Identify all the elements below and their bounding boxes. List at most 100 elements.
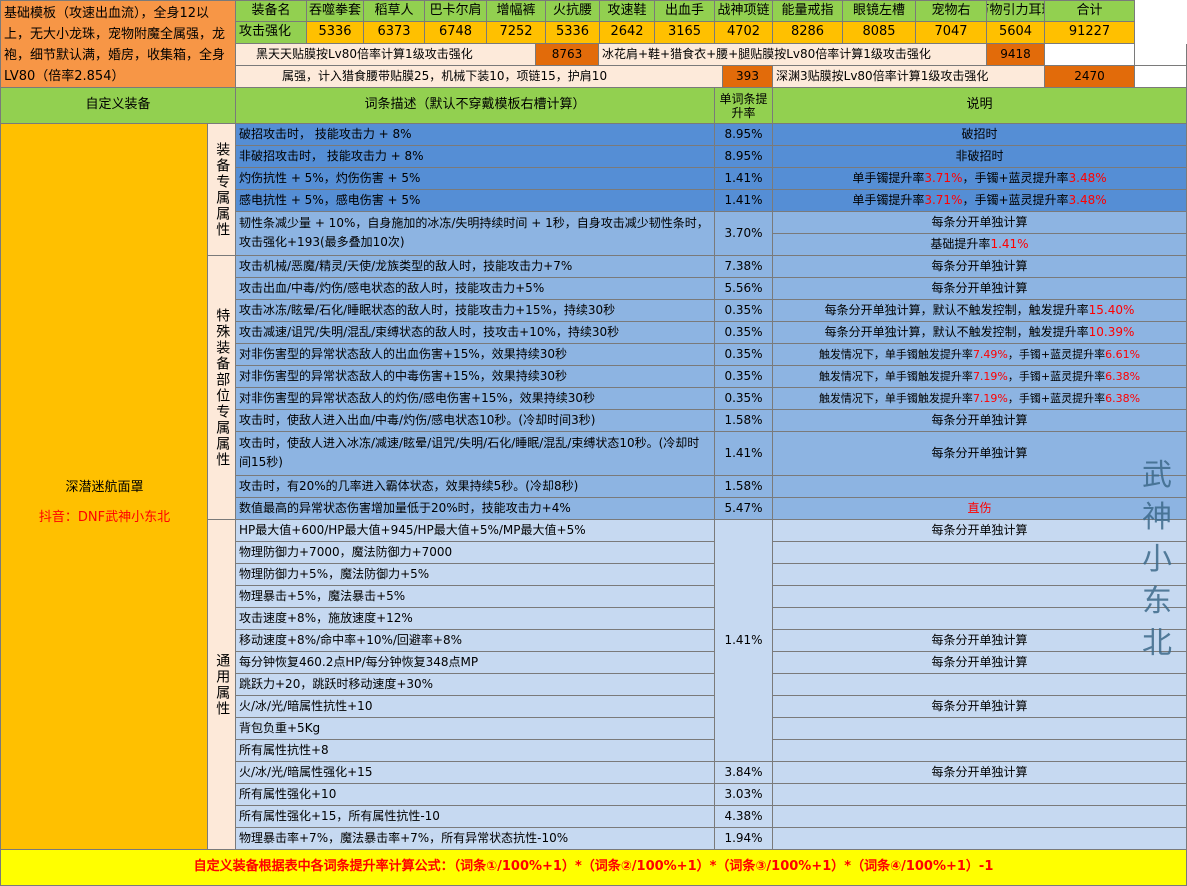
row-desc: 火/冰/光/暗属性强化+15 xyxy=(236,762,715,784)
formula-banner: 自定义装备根据表中各词条提升率计算公式：（词条①/100%+1）*（词条②/10… xyxy=(0,850,1187,886)
row-desc: 物理防御力+5%，魔法防御力+5% xyxy=(236,564,715,586)
equip-name-cell: 攻速鞋 xyxy=(600,0,655,22)
film3-label: 深渊3贴膜按Lv80倍率计算1级攻击强化 xyxy=(773,66,1045,88)
row-note: 每条分开单独计算 xyxy=(773,256,1187,278)
equip-value-cell: 2642 xyxy=(600,22,655,44)
row-rate: 1.94% xyxy=(715,828,773,850)
row-desc: 所有属性抗性+8 xyxy=(236,740,715,762)
row-rate: 5.47% xyxy=(715,498,773,520)
group-label-general: 通用属性 xyxy=(208,520,236,850)
row-note: 每条分开单独计算 xyxy=(773,630,1187,652)
row-note xyxy=(773,674,1187,696)
row-desc: 背包负重+5Kg xyxy=(236,718,715,740)
equip-value-cell: 8085 xyxy=(843,22,916,44)
row-note: 每条分开单独计算 xyxy=(773,762,1187,784)
equip-name-cell: 宠物右 xyxy=(916,0,987,22)
row-desc: 移动速度+8%/命中率+10%/回避率+8% xyxy=(236,630,715,652)
row-desc: 攻击速度+8%，施放速度+12% xyxy=(236,608,715,630)
row-note: 每条分开单独计算 xyxy=(773,278,1187,300)
row-rate: 1.58% xyxy=(715,476,773,498)
misc-value: 393 xyxy=(723,66,773,88)
row-desc: 灼伤抗性 + 5%，灼伤伤害 + 5% xyxy=(236,168,715,190)
row-note: 基础提升率 1.41% xyxy=(773,234,1187,256)
row-note: 直伤 xyxy=(773,498,1187,520)
equip-value-cell: 8286 xyxy=(773,22,843,44)
equip-name-cell: 能量戒指 xyxy=(773,0,843,22)
equip-value-cell: 3165 xyxy=(655,22,715,44)
row-note: 破招时 xyxy=(773,124,1187,146)
row-desc: 非破招攻击时， 技能攻击力 + 8% xyxy=(236,146,715,168)
row-rate: 1.41% xyxy=(715,168,773,190)
row-desc: 火/冰/光/暗属性抗性+10 xyxy=(236,696,715,718)
row-note xyxy=(773,784,1187,806)
empty-cell xyxy=(1045,44,1135,66)
row-desc: 攻击时，有20%的几率进入霸体状态，效果持续5秒。(冷却8秒) xyxy=(236,476,715,498)
row-note xyxy=(773,542,1187,564)
group-label-special: 特殊装备部位专属属性 xyxy=(208,256,236,520)
row-desc: 每分钟恢复460.2点HP/每分钟恢复348点MP xyxy=(236,652,715,674)
row-desc: 对非伤害型的异常状态敌人的灼伤/感电伤害+15%，效果持续30秒 xyxy=(236,388,715,410)
row-note: 每条分开单独计算 xyxy=(773,212,1187,234)
row-desc: 韧性条减少量 + 10%，自身施加的冰冻/失明持续时间 + 1秒，自身攻击减少韧… xyxy=(236,212,715,256)
empty-cell xyxy=(1135,44,1187,66)
equip-value-cell: 5336 xyxy=(307,22,364,44)
row-desc: 跳跃力+20，跳跃时移动速度+30% xyxy=(236,674,715,696)
row-note: 触发情况下，单手镯触发提升率 7.49% ，手镯+蓝灵提升率 6.61% xyxy=(773,344,1187,366)
row-rate: 3.70% xyxy=(715,212,773,256)
row-rate: 4.38% xyxy=(715,806,773,828)
row-rate: 8.95% xyxy=(715,146,773,168)
row-desc: 物理暴击+5%，魔法暴击+5% xyxy=(236,586,715,608)
row-note xyxy=(773,828,1187,850)
row-note: 每条分开单独计算 xyxy=(773,432,1187,476)
item-name: 深潜迷航面罩 xyxy=(65,480,144,495)
row-note: 单手镯提升率 3.71% ，手镯+蓝灵提升率 3.48% xyxy=(773,168,1187,190)
equip-value-cell: 4702 xyxy=(715,22,773,44)
item-cell: 深潜迷航面罩 抖音：DNF武神小东北 xyxy=(0,124,208,850)
equip-name-cell: 出血手 xyxy=(655,0,715,22)
row-note xyxy=(773,564,1187,586)
row-desc: 对非伤害型的异常状态敌人的中毒伤害+15%，效果持续30秒 xyxy=(236,366,715,388)
misc-label: 属强，计入猎食腰带贴膜25，机械下装10，项链15，护肩10 xyxy=(236,66,723,88)
row-desc: 攻击时，使敌人进入冰冻/减速/眩晕/诅咒/失明/石化/睡眠/混乱/束缚状态10秒… xyxy=(236,432,715,476)
row-note: 每条分开单独计算 xyxy=(773,652,1187,674)
equip-value-cell: 7047 xyxy=(916,22,987,44)
row-note: 每条分开单独计算，默认不触发控制，触发提升率 10.39% xyxy=(773,322,1187,344)
empty-cell xyxy=(1135,66,1187,88)
row-note: 触发情况下，单手镯触发提升率 7.19% ，手镯+蓝灵提升率 6.38% xyxy=(773,366,1187,388)
row-note: 每条分开单独计算 xyxy=(773,520,1187,542)
row-desc: 对非伤害型的异常状态敌人的出血伤害+15%，效果持续30秒 xyxy=(236,344,715,366)
equip-value-cell: 91227 xyxy=(1045,22,1135,44)
row-rate: 3.84% xyxy=(715,762,773,784)
equip-value-cell: 6748 xyxy=(425,22,487,44)
row-desc: HP最大值+600/HP最大值+945/HP最大值+5%/MP最大值+5% xyxy=(236,520,715,542)
film2-label: 冰花肩+鞋+猎食衣+腰+腿贴膜按Lv80倍率计算1级攻击强化 xyxy=(599,44,987,66)
equip-header-label: 装备名 xyxy=(236,0,307,22)
equip-value-cell: 6373 xyxy=(364,22,425,44)
row-desc: 攻击减速/诅咒/失明/混乱/束缚状态的敌人时，技攻击+10%，持续30秒 xyxy=(236,322,715,344)
row-rate: 1.58% xyxy=(715,410,773,432)
row-note xyxy=(773,740,1187,762)
desc-header: 词条描述（默认不穿戴模板右槽计算） xyxy=(236,88,715,124)
row-rate: 3.03% xyxy=(715,784,773,806)
row-rate: 1.41% xyxy=(715,190,773,212)
rate-header: 单词条提升率 xyxy=(715,88,773,124)
equip-name-cell: 吞噬拳套 xyxy=(307,0,364,22)
equip-value-cell: 5336 xyxy=(546,22,600,44)
equip-value-cell: 7252 xyxy=(487,22,546,44)
row-rate: 0.35% xyxy=(715,322,773,344)
row-note: 每条分开单独计算 xyxy=(773,696,1187,718)
row-desc: 攻击冰冻/眩晕/石化/睡眠状态的敌人时，技能攻击力+15%，持续30秒 xyxy=(236,300,715,322)
row-rate: 5.56% xyxy=(715,278,773,300)
custom-equip-header: 自定义装备 xyxy=(0,88,236,124)
film1-value: 8763 xyxy=(536,44,599,66)
row-rate: 7.38% xyxy=(715,256,773,278)
film1-label: 黑天天贴膜按Lv80倍率计算1级攻击强化 xyxy=(236,44,536,66)
row-note xyxy=(773,608,1187,630)
row-desc: 物理防御力+7000，魔法防御力+7000 xyxy=(236,542,715,564)
row-desc: 破招攻击时， 技能攻击力 + 8% xyxy=(236,124,715,146)
film2-value: 9418 xyxy=(987,44,1045,66)
equip-name-cell: 合计 xyxy=(1045,0,1135,22)
row-rate: 0.35% xyxy=(715,344,773,366)
row-rate: 1.41% xyxy=(715,432,773,476)
row-rate: 0.35% xyxy=(715,300,773,322)
